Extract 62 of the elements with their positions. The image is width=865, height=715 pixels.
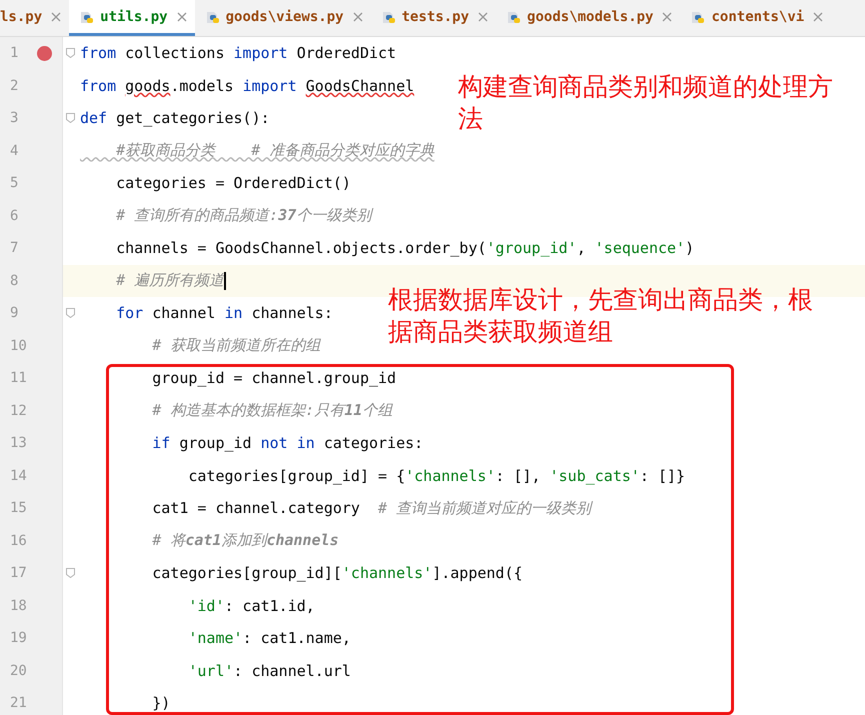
code-line: 'url': channel.url <box>187 662 351 680</box>
line-number: 18 <box>10 598 27 614</box>
line-number: 15 <box>10 500 27 516</box>
line-number: 19 <box>10 630 27 646</box>
code-line: cat1 = channel.category # 查询当前频道对应的一级类别 <box>151 498 592 517</box>
line-number: 10 <box>10 338 27 354</box>
line-number: 13 <box>10 435 27 452</box>
code-line: for channel in channels: <box>115 304 333 322</box>
fold-icon[interactable] <box>66 568 75 578</box>
fold-icon[interactable] <box>66 113 75 124</box>
editor-tab[interactable]: ls.py <box>0 0 70 36</box>
line-number: 14 <box>10 468 27 484</box>
editor-tab[interactable]: utils.py <box>69 0 195 36</box>
fold-icon[interactable] <box>66 48 75 58</box>
editor-tab[interactable]: tests.py <box>370 0 496 36</box>
close-icon[interactable] <box>478 12 488 22</box>
annotation-text: 构建查询商品类别和频道的处理方法 <box>458 71 834 135</box>
code-line: from collections import OrderedDict <box>80 44 396 62</box>
line-number: 17 <box>10 565 27 582</box>
code-line: def get_categories(): <box>80 109 270 128</box>
code-line: if group_id not in categories: <box>151 434 424 452</box>
code-line: # 查询所有的商品频道:37个一级类别 <box>115 206 372 224</box>
code-line: 'name': cat1.name, <box>187 629 351 648</box>
code-line: from goods.models import GoodsChannel <box>80 76 414 95</box>
code-line: # 获取当前频道所在的组 <box>151 336 320 354</box>
close-icon[interactable] <box>51 12 62 22</box>
line-number: 5 <box>10 175 18 192</box>
close-icon[interactable] <box>352 12 363 22</box>
line-number: 16 <box>10 532 27 549</box>
code-line: # 遍历所有频道 <box>115 271 224 290</box>
close-icon[interactable] <box>176 12 187 22</box>
editor-tab[interactable]: goods\views.py <box>194 0 371 36</box>
code-line: group_id = channel.group_id <box>151 369 396 388</box>
editor-tab[interactable]: contents\vi <box>680 0 832 36</box>
line-number: 8 <box>10 272 18 289</box>
code-line: categories = OrderedDict() <box>115 174 351 192</box>
line-number: 21 <box>10 695 27 712</box>
code-line: categories[group_id] = {'channels': [], 'sub_cats': []} <box>187 466 686 485</box>
line-number: 6 <box>10 208 18 224</box>
breakpoint-icon[interactable] <box>37 46 52 61</box>
code-line: #获取商品分类 # 准备商品分类对应的字典 <box>115 141 434 160</box>
code-line: # 构造基本的数据框架:只有11个组 <box>151 401 392 420</box>
code-line: channels = GoodsChannel.objects.order_by('group_id', 'sequence') <box>115 239 694 258</box>
close-icon[interactable] <box>662 12 672 22</box>
fold-icon[interactable] <box>66 308 75 318</box>
line-number: 3 <box>10 110 18 126</box>
code-line: 'id': cat1.id, <box>187 596 315 615</box>
text-cursor <box>224 272 226 290</box>
code-line: # 将cat1添加到channels <box>151 531 339 550</box>
close-icon[interactable] <box>813 12 824 22</box>
annotation-text: 根据数据库设计，先查询出商品类，根据商品类获取频道组 <box>388 284 814 348</box>
code-line: categories[group_id]['channels'].append({ <box>151 564 523 582</box>
editor-tab[interactable]: goods\models.py <box>496 0 680 36</box>
line-number: 2 <box>10 78 18 94</box>
line-number: 12 <box>10 402 27 419</box>
line-number: 9 <box>10 305 18 322</box>
line-number: 1 <box>10 45 18 62</box>
line-number: 7 <box>10 240 18 256</box>
line-number: 20 <box>10 662 27 679</box>
line-number: 4 <box>10 142 18 159</box>
line-number: 11 <box>10 370 27 386</box>
code-line: }) <box>151 694 170 712</box>
